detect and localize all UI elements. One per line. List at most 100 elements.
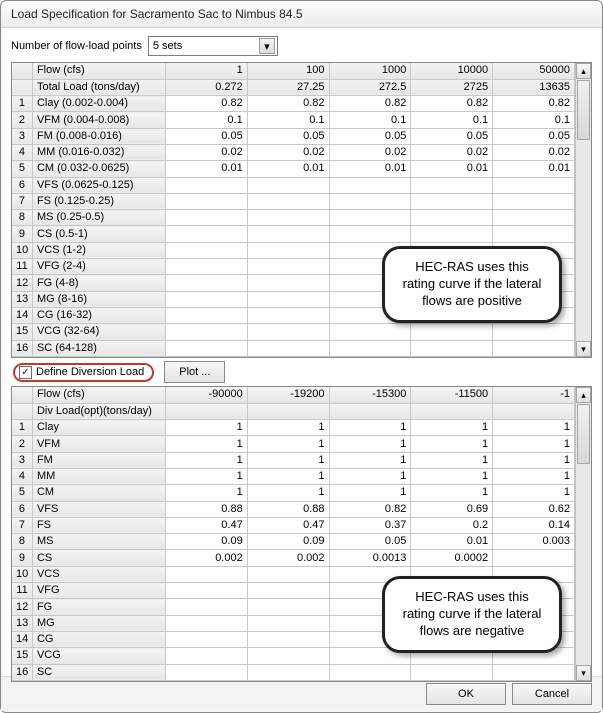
cell[interactable]: 1 [411,468,493,484]
cell[interactable]: 0.272 [165,79,247,95]
cell[interactable]: 50000 [493,63,575,79]
cell[interactable]: 1 [329,436,411,452]
cell[interactable]: 1 [247,485,329,501]
cell[interactable] [493,193,575,209]
cell[interactable]: 1 [411,436,493,452]
cell[interactable] [411,340,493,356]
cell[interactable]: 1 [493,420,575,436]
cell[interactable]: 1 [411,485,493,501]
cell[interactable]: 0.88 [165,501,247,517]
cell[interactable]: 0.1 [247,112,329,128]
cell[interactable]: -19200 [247,387,329,403]
scrollbar-vertical-2[interactable]: ▴ ▾ [575,387,591,681]
cell[interactable] [247,210,329,226]
cell[interactable]: 0.09 [247,534,329,550]
scrollbar-vertical[interactable]: ▴ ▾ [575,63,591,357]
cell[interactable]: 0.1 [411,112,493,128]
cell[interactable]: 0.62 [493,501,575,517]
cell[interactable]: 0.02 [165,144,247,160]
plot-button[interactable]: Plot ... [164,361,225,383]
cell[interactable]: 0.82 [493,96,575,112]
cell[interactable] [165,226,247,242]
cell[interactable]: 1 [165,420,247,436]
cell[interactable] [165,599,247,615]
num-points-dropdown[interactable]: 5 sets ▾ [148,36,278,56]
cell[interactable]: 27.25 [247,79,329,95]
cell[interactable] [247,340,329,356]
cell[interactable] [411,210,493,226]
cell[interactable]: 2725 [411,79,493,95]
cell[interactable] [247,583,329,599]
cell[interactable] [411,226,493,242]
cell[interactable]: -11500 [411,387,493,403]
cell[interactable] [247,259,329,275]
cancel-button[interactable]: Cancel [512,683,592,705]
cell[interactable] [493,664,575,680]
cell[interactable]: 1 [247,468,329,484]
cell[interactable]: 0.01 [411,534,493,550]
cell[interactable] [247,664,329,680]
cell[interactable]: 13635 [493,79,575,95]
cell[interactable] [329,210,411,226]
cell[interactable]: 0.1 [329,112,411,128]
cell[interactable] [493,550,575,566]
cell[interactable]: 0.82 [329,501,411,517]
cell[interactable] [329,324,411,340]
cell[interactable]: 0.1 [493,112,575,128]
cell[interactable]: 1 [165,63,247,79]
cell[interactable] [165,324,247,340]
cell[interactable] [493,177,575,193]
define-diversion-checkbox[interactable]: ✓ [19,366,32,379]
cell[interactable] [247,631,329,647]
cell[interactable]: -1 [493,387,575,403]
cell[interactable]: 1 [329,420,411,436]
cell[interactable] [247,226,329,242]
cell[interactable]: 272.5 [329,79,411,95]
cell[interactable]: -15300 [329,387,411,403]
cell[interactable]: 0.82 [329,96,411,112]
scroll-down-icon[interactable]: ▾ [576,665,591,681]
cell[interactable] [411,664,493,680]
cell[interactable]: 1 [493,468,575,484]
cell[interactable]: 0.01 [329,161,411,177]
cell[interactable] [329,226,411,242]
cell[interactable]: 0.0013 [329,550,411,566]
cell[interactable]: 1 [165,468,247,484]
cell[interactable]: -90000 [165,387,247,403]
cell[interactable]: 0.02 [329,144,411,160]
cell[interactable]: 1 [247,436,329,452]
cell[interactable]: 0.02 [411,144,493,160]
cell[interactable] [411,324,493,340]
cell[interactable]: 0.01 [165,161,247,177]
cell[interactable] [165,664,247,680]
cell[interactable]: 0.82 [411,96,493,112]
cell[interactable] [247,193,329,209]
cell[interactable] [165,193,247,209]
cell[interactable] [329,177,411,193]
cell[interactable]: 0.05 [247,128,329,144]
scroll-down-icon[interactable]: ▾ [576,341,591,357]
cell[interactable]: 0.47 [165,517,247,533]
cell[interactable] [165,403,247,419]
cell[interactable]: 0.05 [411,128,493,144]
scroll-thumb[interactable] [577,80,590,140]
cell[interactable]: 0.002 [247,550,329,566]
cell[interactable]: 1 [247,452,329,468]
cell[interactable]: 1 [329,468,411,484]
cell[interactable]: 0.05 [165,128,247,144]
cell[interactable] [493,324,575,340]
cell[interactable]: 0.2 [411,517,493,533]
cell[interactable] [493,226,575,242]
cell[interactable]: 1 [493,436,575,452]
cell[interactable]: 0.82 [165,96,247,112]
cell[interactable]: 0.82 [247,96,329,112]
cell[interactable]: 0.14 [493,517,575,533]
cell[interactable]: 1 [493,485,575,501]
cell[interactable] [165,275,247,291]
cell[interactable] [165,307,247,323]
cell[interactable]: 0.1 [165,112,247,128]
cell[interactable] [247,307,329,323]
cell[interactable] [165,210,247,226]
cell[interactable] [165,566,247,582]
cell[interactable]: 1 [329,452,411,468]
